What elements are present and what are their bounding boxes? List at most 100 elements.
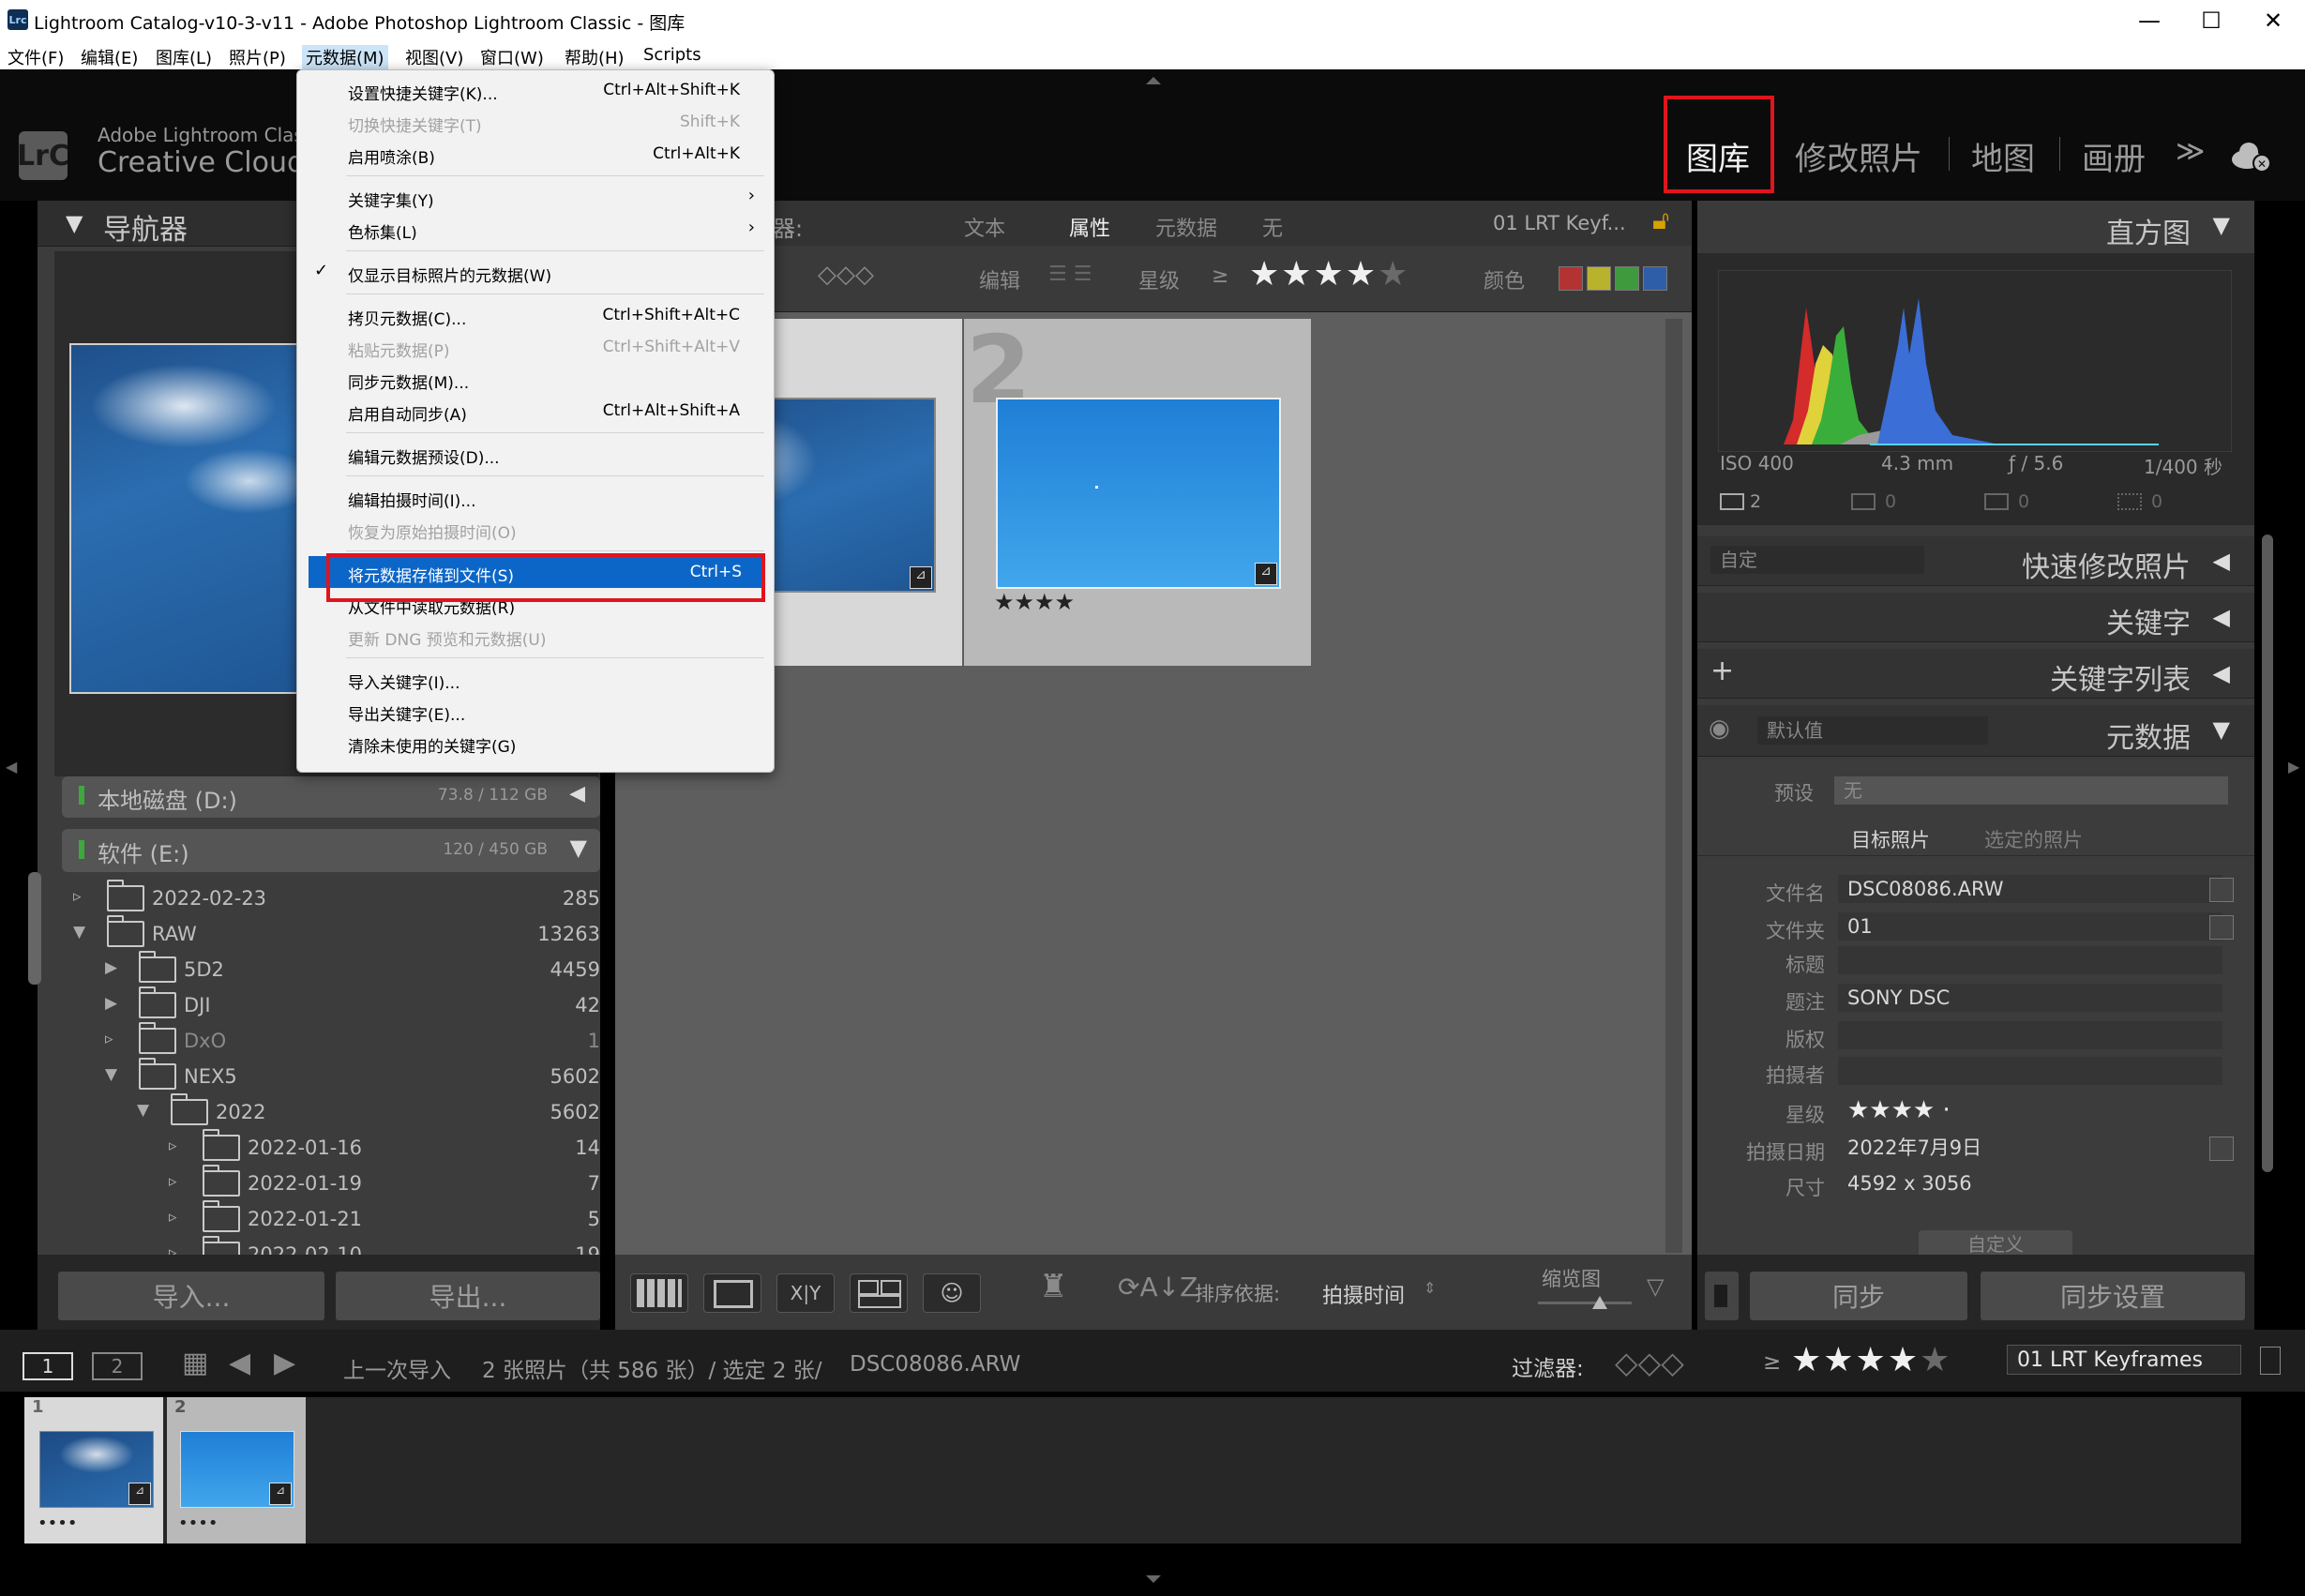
metadata-row-dimensions[interactable]: 尺寸 4592 x 3056 <box>1679 1167 2237 1200</box>
edit-status-icons[interactable]: ☰ ☰ <box>1048 263 1092 286</box>
menu-item-color-label-set[interactable]: 色标集(L) › <box>297 213 774 245</box>
folder-row[interactable]: ▹ 2022-01-16 14 <box>56 1129 600 1165</box>
field-value[interactable] <box>1838 1021 2222 1049</box>
field-value[interactable]: 2022年7月9日 <box>1838 1134 2222 1162</box>
loupe-view-icon[interactable] <box>703 1273 761 1313</box>
metadata-row-capture-date[interactable]: 拍摄日期 2022年7月9日 <box>1679 1131 2237 1165</box>
filmstrip-thumbnail-2[interactable]: ⊿ <box>180 1431 294 1508</box>
back-arrow-icon[interactable]: ◀ <box>229 1347 250 1379</box>
menu-item-purge-keywords[interactable]: 清除未使用的关键字(G) <box>297 727 774 759</box>
expand-icon[interactable]: ▹ <box>105 1030 113 1048</box>
main-screen-button[interactable]: 1 <box>23 1352 73 1380</box>
filter-tab-none[interactable]: 无 <box>1262 212 1283 242</box>
menu-item-revert-capture-time[interactable]: 恢复为原始拍摄时间(O) <box>297 513 774 545</box>
menu-window[interactable]: 窗口(W) <box>476 45 548 69</box>
import-button[interactable]: 导入... <box>58 1272 324 1320</box>
field-value[interactable]: ★★★★ · <box>1838 1096 2222 1124</box>
collapse-triangle-icon[interactable]: ▼ <box>2213 212 2230 238</box>
expand-icon[interactable]: ▹ <box>169 1208 177 1227</box>
filter-tab-metadata[interactable]: 元数据 <box>1155 212 1217 242</box>
menu-item-paste-metadata[interactable]: 粘贴元数据(P) Ctrl+Shift+Alt+V <box>297 331 774 363</box>
filmstrip-filter-preset-select[interactable]: 01 LRT Keyframes <box>2007 1345 2241 1375</box>
grid-cell-2[interactable]: 2 ⊿ ★★★★ <box>964 315 1311 666</box>
color-swatch-yellow[interactable] <box>1587 266 1611 291</box>
source-label[interactable]: 上一次导入 <box>343 1352 451 1384</box>
rating-stars-filter[interactable]: ★★★★★ <box>1249 255 1409 294</box>
menu-item-import-keywords[interactable]: 导入关键字(I)... <box>297 663 774 695</box>
folder-row[interactable]: ▶ DJI 42 <box>56 986 600 1022</box>
expand-icon[interactable]: ▹ <box>169 1172 177 1191</box>
tab-selected-photos[interactable]: 选定的照片 <box>1984 825 2083 853</box>
add-keyword-icon[interactable]: + <box>1710 655 1734 687</box>
menu-item-keyword-set[interactable]: 关键字集(Y) › <box>297 181 774 213</box>
right-scrollbar[interactable] <box>2262 535 2273 1172</box>
filmstrip-rating-stars[interactable]: ★★★★★ <box>1791 1341 1951 1379</box>
histogram-graph[interactable] <box>1718 270 2232 452</box>
auto-sync-toggle[interactable] <box>1705 1272 1739 1320</box>
painter-icon[interactable]: ♜ <box>1039 1268 1067 1305</box>
metadata-row-creator[interactable]: 拍摄者 <box>1679 1054 2237 1088</box>
collapse-bottom-icon[interactable] <box>1146 1575 1161 1583</box>
lock-icon[interactable]: 🔓︎ <box>1652 204 1669 236</box>
disk-expand-icon[interactable]: ◀ <box>569 782 585 806</box>
quick-develop-preset-select[interactable]: 自定 <box>1710 546 1924 574</box>
menu-item-sync-metadata[interactable]: 同步元数据(M)... <box>297 363 774 395</box>
metadata-row-rating[interactable]: 星级 ★★★★ · <box>1679 1093 2237 1127</box>
expand-icon[interactable]: ▶ <box>105 994 117 1013</box>
grid-view-icon[interactable] <box>630 1273 688 1313</box>
menu-item-set-keyword-shortcut[interactable]: 设置快捷关键字(K)... Ctrl+Alt+Shift+K <box>297 74 774 106</box>
expand-icon[interactable]: ▼ <box>73 923 85 941</box>
metadata-row-title[interactable]: 标题 <box>1679 943 2237 977</box>
menu-item-toggle-keyword[interactable]: 切换快捷关键字(T) Shift+K <box>297 106 774 138</box>
menu-edit[interactable]: 编辑(E) <box>77 45 142 69</box>
filmstrip-cell-2[interactable]: 2 ⊿ •••• <box>167 1397 306 1543</box>
forward-arrow-icon[interactable]: ▶ <box>274 1347 295 1379</box>
second-screen-button[interactable]: 2 <box>92 1352 143 1380</box>
filmstrip-rating-operator[interactable]: ≥ <box>1763 1350 1781 1375</box>
metadata-row-filename[interactable]: 文件名 DSC08086.ARW <box>1679 872 2237 906</box>
disk-collapse-icon[interactable]: ▼ <box>570 835 587 861</box>
folder-row[interactable]: ▹ DxO 1 <box>56 1022 600 1058</box>
module-develop[interactable]: 修改照片 <box>1795 133 1922 179</box>
compare-view-icon[interactable]: X|Y <box>776 1273 835 1313</box>
sync-button[interactable]: 同步 <box>1750 1272 1967 1320</box>
menu-item-show-target-metadata[interactable]: ✓ 仅显示目标照片的元数据(W) <box>297 256 774 288</box>
file-name-action-icon[interactable] <box>2209 878 2234 902</box>
preset-select[interactable]: 无 <box>1834 776 2228 805</box>
collapse-top-icon[interactable] <box>1146 77 1161 84</box>
sort-select[interactable]: 拍摄时间 <box>1322 1279 1405 1309</box>
eye-icon[interactable]: ◉ <box>1709 715 1730 743</box>
menu-item-auto-sync[interactable]: 启用自动同步(A) Ctrl+Alt+Shift+A <box>297 395 774 427</box>
filter-tab-text[interactable]: 文本 <box>964 212 1005 242</box>
sync-settings-button[interactable]: 同步设置 <box>1981 1272 2245 1320</box>
folder-row[interactable]: ▹ 2022-01-21 5 <box>56 1200 600 1236</box>
expand-triangle-icon[interactable]: ◀ <box>2213 604 2230 630</box>
expand-icon[interactable]: ▼ <box>137 1101 149 1120</box>
expand-icon[interactable]: ▹ <box>169 1243 177 1255</box>
color-swatch-red[interactable] <box>1559 266 1583 291</box>
filter-preset-select[interactable]: 01 LRT Keyf... <box>1493 212 1626 234</box>
toolbar-menu-icon[interactable]: ▽ <box>1647 1273 1664 1300</box>
folder-row[interactable]: ▼ 2022 5602 <box>56 1093 600 1129</box>
quick-develop-header[interactable]: 自定 快速修改照片 ◀ <box>1697 536 2254 586</box>
keyword-list-header[interactable]: + 关键字列表 ◀ <box>1697 649 2254 699</box>
left-panel-toggle-icon[interactable]: ◀ <box>6 758 17 775</box>
flag-filter-icons[interactable]: ◇◇◇ <box>818 261 874 289</box>
folder-goto-icon[interactable] <box>2209 915 2234 940</box>
sort-direction-icon[interactable]: ⟳A↓Z <box>1118 1272 1198 1302</box>
color-swatch-green[interactable] <box>1615 266 1639 291</box>
folder-row[interactable]: ▼ NEX5 5602 <box>56 1058 600 1093</box>
color-swatch-blue[interactable] <box>1643 266 1667 291</box>
keywording-header[interactable]: 关键字 ◀ <box>1697 593 2254 642</box>
expand-icon[interactable]: ▹ <box>73 887 82 906</box>
menu-view[interactable]: 视图(V) <box>401 45 467 69</box>
field-value[interactable]: DSC08086.ARW <box>1838 875 2222 903</box>
survey-view-icon[interactable] <box>850 1273 908 1313</box>
menu-item-export-keywords[interactable]: 导出关键字(E)... <box>297 695 774 727</box>
menu-item-edit-capture-time[interactable]: 编辑拍摄时间(I)... <box>297 481 774 513</box>
collapse-triangle-icon[interactable]: ▼ <box>2213 716 2230 743</box>
right-panel-toggle-icon[interactable]: ▶ <box>2288 758 2299 775</box>
expand-triangle-icon[interactable]: ◀ <box>2213 660 2230 686</box>
maximize-button[interactable]: ☐ <box>2183 4 2239 38</box>
field-value[interactable]: 01 <box>1838 912 2222 941</box>
